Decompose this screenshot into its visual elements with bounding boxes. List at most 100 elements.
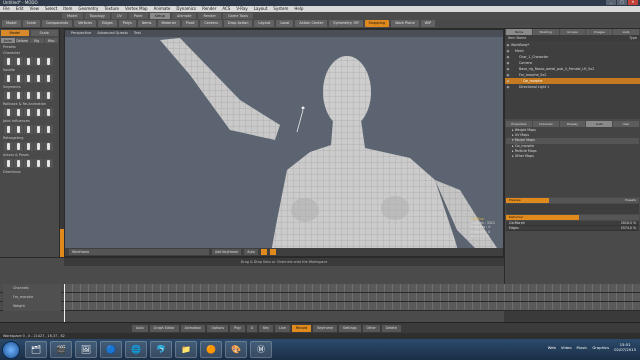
transport-animation-button[interactable]: Animation [180,324,206,332]
rig-tool-icon[interactable] [44,142,53,151]
rig-tool-icon[interactable] [24,125,33,134]
toolbox-model-button[interactable]: Model [1,30,29,36]
transport-live-button[interactable]: Live [275,324,290,332]
channel-row[interactable]: Edges 5574.0 % [506,226,639,231]
rig-tool-icon[interactable] [4,108,13,117]
rig-tool-icon[interactable] [44,57,53,66]
toolbar-drop-action-button[interactable]: Drop Action [223,20,253,27]
toolbar-vertices-button[interactable]: Vertices [74,20,97,27]
toolbar-symmetry-off-button[interactable]: Symmetry: Off [329,20,363,27]
rig-tool-icon[interactable] [24,159,33,168]
rig-tool-icon[interactable] [24,91,33,100]
close-button[interactable]: ✕ [628,0,638,5]
rig-tool-icon[interactable] [14,57,23,66]
rig-tool-icon[interactable] [14,108,23,117]
rig-tool-icon[interactable] [14,125,23,134]
taskbar-app-icon[interactable]: 🎬 [50,341,72,358]
morph-preview-bar[interactable]: Preview Presets [506,198,639,203]
taskbar-app-icon[interactable]: 🎨 [225,341,247,358]
record-toggle[interactable] [260,249,267,255]
rig-tool-icon[interactable] [14,74,23,83]
vertex-map-row[interactable]: ▸ Other Maps [506,154,639,159]
rig-tool-icon[interactable] [24,74,33,83]
tab-paint[interactable]: Paint [128,12,148,19]
toolbar-pivot-button[interactable]: Pivot [181,20,199,27]
properties-tab-lists[interactable]: Lists [586,121,613,127]
clock[interactable]: 15:51 02/07/2015 [614,342,636,352]
toolbar-layout-button[interactable]: Layout [254,20,275,27]
rig-tool-icon[interactable] [14,91,23,100]
transport-keyframe-button[interactable]: Keyframe [313,324,338,332]
rig-tool-icon[interactable] [44,125,53,134]
taskbar-app-icon[interactable]: 🔵 [100,341,122,358]
rig-tool-icon[interactable] [34,125,43,134]
toolbar-scale-button[interactable]: Scale [22,20,40,27]
track-label[interactable]: Weight [3,302,61,311]
toolbar-work-plane-button[interactable]: Work Plane [391,20,419,27]
transport-settings-button[interactable]: Settings [339,324,361,332]
taskbar-app-icon[interactable]: 🟠 [200,341,222,358]
track-ruler[interactable] [64,293,640,301]
tray-graphics[interactable]: Graphics [592,345,609,350]
tray-music[interactable]: Music [577,345,588,350]
deformer-bar[interactable]: Deformer [506,215,639,220]
rig-tool-icon[interactable] [4,91,13,100]
rig-tool-icon[interactable] [14,159,23,168]
start-button[interactable] [2,340,20,359]
rig-tool-icon[interactable] [34,159,43,168]
toolbar-components-button[interactable]: Components [41,20,73,27]
rig-tool-icon[interactable] [24,108,33,117]
item-row[interactable]: ◉ Directional Light 1 [505,84,640,90]
transport-graph-editor-button[interactable]: Graph Editor [149,324,179,332]
track-label[interactable]: Channels [3,284,61,293]
rig-tool-icon[interactable] [4,57,13,66]
rig-tool-icon[interactable] [34,108,43,117]
transport-key-button[interactable]: Key [259,324,274,332]
rig-tool-icon[interactable] [4,142,13,151]
rig-tool-icon[interactable] [34,142,43,151]
rig-tool-icon[interactable] [4,125,13,134]
tab-model[interactable]: Model [62,12,83,19]
auto-key-toggle[interactable] [269,249,276,255]
properties-tab-properties[interactable]: Properties [506,121,532,127]
track-ruler[interactable] [64,302,640,310]
rig-tool-icon[interactable] [44,74,53,83]
toolbar-wip-button[interactable]: WIP [420,20,436,27]
tab-setup[interactable]: Setup [149,12,170,19]
transport-options-button[interactable]: Options [207,324,229,332]
toolbox-tab-misc[interactable]: Misc [44,38,58,43]
taskbar-app-icon[interactable]: Ⓜ [250,341,272,358]
toolbox-tab-rig[interactable]: Rig [30,38,44,43]
taskbar-app-icon[interactable]: 🐬 [150,341,172,358]
mannequin-mesh[interactable] [65,30,504,257]
toolbar-items-button[interactable]: Items [137,20,156,27]
rig-tool-icon[interactable] [44,108,53,117]
scene-tab-images[interactable]: Images [586,29,613,35]
transport-play-button[interactable]: Play [230,324,246,332]
transport-delete-button[interactable]: Delete [381,324,401,332]
toolbar-snapping-button[interactable]: Snapping [364,20,390,27]
toolbar-edges-button[interactable]: Edges [98,20,117,27]
tab-uv[interactable]: UV [111,12,127,19]
rig-tool-icon[interactable] [4,159,13,168]
tray-video[interactable]: Video [561,345,572,350]
key-mode-dropdown[interactable]: Auto [244,249,258,255]
3d-viewport[interactable]: Perspective Advanced Quests Text LifeBlue … [64,29,504,257]
rig-tool-icon[interactable] [14,142,23,151]
track-ruler[interactable] [64,284,640,292]
toolbar-polys-button[interactable]: Polys [118,20,136,27]
toolbox-scale-button[interactable]: Scale [30,30,58,36]
taskbar-app-icon[interactable]: 📁 [175,341,197,358]
rig-tool-icon[interactable] [44,91,53,100]
toolbar-model-button[interactable]: Model [2,20,21,27]
tab-game-tools[interactable]: Game Tools [222,12,254,19]
rig-tool-icon[interactable] [34,74,43,83]
rig-tool-icon[interactable] [34,57,43,66]
toolbar-local-button[interactable]: Local [276,20,294,27]
add-keyframe-button[interactable]: Add Keyframe [212,249,242,255]
toolbox-tab-deform[interactable]: Deform [15,38,29,43]
taskbar-app-icon[interactable]: 🗂 [25,341,47,358]
toolbar-material-button[interactable]: Material [157,20,180,27]
rig-tool-icon[interactable] [34,91,43,100]
rig-tool-icon[interactable] [24,57,33,66]
